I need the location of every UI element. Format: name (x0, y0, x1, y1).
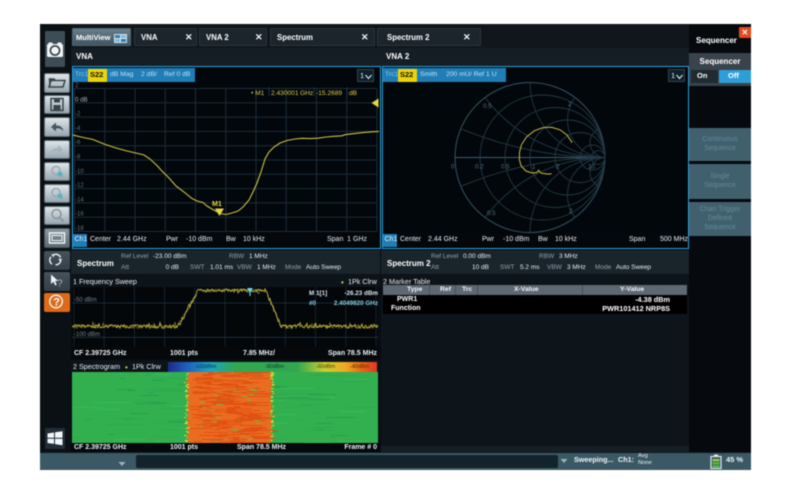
svg-text:0.5: 0.5 (501, 163, 510, 170)
svg-text:?: ? (57, 279, 63, 290)
svg-text:-26.23 dBm: -26.23 dBm (344, 290, 378, 297)
svg-text:-18: -18 (75, 225, 84, 232)
svg-text:2: 2 (569, 208, 573, 215)
svg-text:-15.2689: -15.2689 (316, 90, 342, 97)
svg-text:2: 2 (556, 163, 560, 170)
svg-text:-100 dBm: -100 dBm (74, 332, 100, 338)
svg-text:2.4049820 GHz: 2.4049820 GHz (334, 300, 378, 307)
svg-text:• M1: • M1 (251, 90, 265, 97)
svg-text:-16: -16 (75, 210, 84, 217)
svg-text:dB: dB (349, 90, 358, 97)
svg-text:-14: -14 (75, 196, 84, 203)
svg-text:0.5: 0.5 (487, 210, 496, 217)
svg-text:-6: -6 (75, 139, 81, 146)
svg-text:0: 0 (451, 163, 455, 170)
svg-text:M1: M1 (212, 201, 222, 208)
svg-text:-10: -10 (75, 167, 84, 174)
svg-text:-12: -12 (75, 182, 84, 189)
svg-text:?: ? (53, 297, 60, 309)
svg-text:10: 10 (588, 163, 595, 170)
svg-text:0.2: 0.2 (475, 163, 484, 170)
svg-text:M 1[1]: M 1[1] (309, 290, 327, 297)
svg-text:GHz: GHz (300, 90, 313, 97)
svg-text:0 dB: 0 dB (75, 96, 88, 103)
svg-text:-2: -2 (75, 110, 81, 117)
svg-text:2: 2 (568, 101, 572, 108)
svg-text:-4: -4 (75, 124, 81, 131)
svg-text:-50 dBm: -50 dBm (74, 298, 97, 304)
svg-text:2.430001: 2.430001 (271, 90, 299, 97)
svg-text:#0: #0 (309, 300, 317, 307)
svg-text:1: 1 (532, 163, 536, 170)
svg-text:-8: -8 (75, 153, 81, 160)
svg-text:0.5: 0.5 (483, 103, 492, 110)
svg-text:2: 2 (75, 82, 79, 89)
